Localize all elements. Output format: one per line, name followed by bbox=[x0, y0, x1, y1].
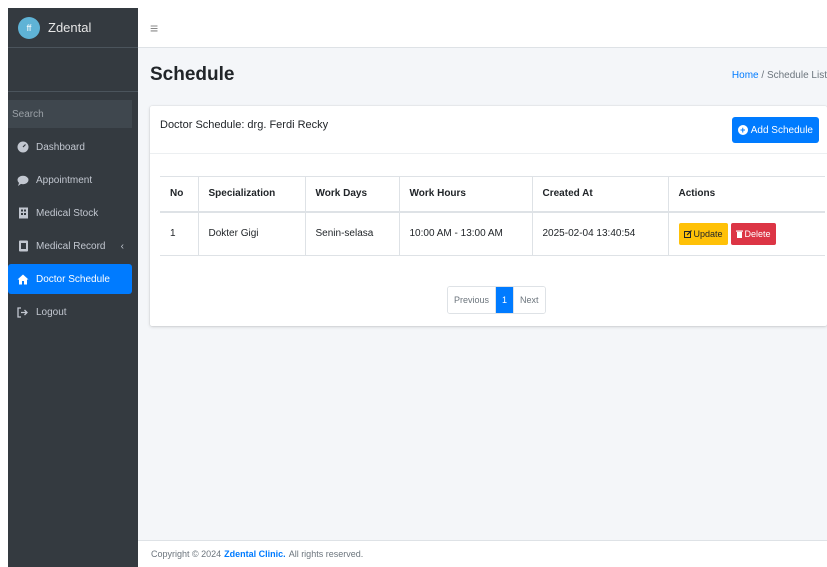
column-header[interactable]: Specialization bbox=[197, 176, 305, 213]
sidebar-item-logout[interactable]: Logout bbox=[8, 297, 132, 327]
breadcrumb-home-link[interactable]: Home bbox=[732, 70, 759, 81]
cell-created-at: 2025-02-04 13:40:54 bbox=[531, 211, 668, 256]
plus-circle-icon: + bbox=[737, 125, 748, 135]
sidebar: ff Zdental Dashboard Appointment Medical… bbox=[8, 8, 154, 567]
delete-button[interactable]: Delete bbox=[730, 222, 776, 245]
sidebar-item-dashboard[interactable]: Dashboard bbox=[8, 132, 132, 162]
trash-icon bbox=[735, 230, 743, 238]
main-content: Schedule Home / Schedule List Doctor Sch… bbox=[138, 48, 827, 540]
search-input[interactable] bbox=[8, 100, 144, 128]
brand-link[interactable]: ff Zdental bbox=[8, 8, 138, 48]
sidebar-item-label: Medical Stock bbox=[36, 207, 99, 219]
footer-copyright: Copyright © 2024 bbox=[151, 549, 222, 559]
footer: Copyright © 2024 Zdental Clinic. All rig… bbox=[138, 540, 827, 567]
sidebar-item-label: Dashboard bbox=[36, 141, 85, 153]
building-icon bbox=[16, 207, 30, 219]
schedule-card: Doctor Schedule: drg. Ferdi Recky + Add … bbox=[150, 106, 827, 326]
menu-toggle-icon[interactable]: ≡ bbox=[150, 20, 158, 36]
pagination-next[interactable]: Next bbox=[514, 287, 545, 313]
home-icon bbox=[16, 273, 30, 285]
comment-icon bbox=[16, 174, 30, 186]
update-button[interactable]: Update bbox=[678, 222, 728, 245]
breadcrumb-current: Schedule List bbox=[766, 70, 827, 81]
cell-work-days: Senin-selasa bbox=[304, 211, 399, 256]
brand-name: Zdental bbox=[48, 20, 92, 35]
page-title: Schedule bbox=[150, 64, 235, 85]
sidebar-item-label: Appointment bbox=[36, 174, 93, 186]
table-row: 1 Dokter Gigi Senin-selasa 10:00 AM - 13… bbox=[160, 211, 825, 256]
cell-actions: Update Delete bbox=[667, 211, 825, 256]
delete-label: Delete bbox=[744, 228, 771, 239]
sidebar-item-appointment[interactable]: Appointment bbox=[8, 165, 132, 195]
edit-icon bbox=[683, 229, 692, 238]
pagination-previous[interactable]: Previous bbox=[448, 287, 497, 313]
footer-rights: All rights reserved. bbox=[288, 549, 364, 559]
sidebar-item-medical-record[interactable]: Medical Record ‹ bbox=[8, 231, 132, 261]
cell-work-hours: 10:00 AM - 13:00 AM bbox=[398, 211, 532, 256]
breadcrumb: Home / Schedule List bbox=[732, 70, 827, 81]
table-header-row: No Specialization Work Days Work Hours C… bbox=[160, 176, 825, 213]
sidebar-item-medical-stock[interactable]: Medical Stock bbox=[8, 198, 132, 228]
column-header[interactable]: Created At bbox=[531, 176, 668, 213]
add-schedule-label: Add Schedule bbox=[750, 124, 813, 136]
update-label: Update bbox=[693, 228, 723, 239]
logout-icon bbox=[16, 306, 30, 318]
sidebar-search bbox=[8, 100, 154, 128]
column-header[interactable]: Work Hours bbox=[398, 176, 532, 213]
schedule-table: No Specialization Work Days Work Hours C… bbox=[160, 176, 825, 256]
file-icon bbox=[16, 240, 30, 252]
user-panel bbox=[8, 48, 138, 92]
column-header[interactable]: No bbox=[160, 176, 198, 213]
sidebar-item-doctor-schedule[interactable]: Doctor Schedule bbox=[8, 264, 132, 294]
brand-logo: ff bbox=[18, 16, 40, 39]
column-header[interactable]: Actions bbox=[667, 176, 825, 213]
footer-org-link[interactable]: Zdental Clinic. bbox=[224, 549, 286, 559]
top-navbar: ≡ bbox=[138, 8, 827, 48]
chevron-left-icon: ‹ bbox=[120, 240, 124, 252]
dashboard-icon bbox=[16, 141, 30, 153]
cell-no: 1 bbox=[160, 211, 198, 256]
pagination: Previous 1 Next bbox=[447, 286, 546, 314]
sidebar-nav: Dashboard Appointment Medical Stock Medi… bbox=[8, 132, 138, 327]
add-schedule-button[interactable]: + Add Schedule bbox=[731, 117, 819, 143]
cell-specialization: Dokter Gigi bbox=[197, 211, 305, 256]
column-header[interactable]: Work Days bbox=[304, 176, 399, 213]
card-header: Doctor Schedule: drg. Ferdi Recky + Add … bbox=[150, 106, 827, 154]
sidebar-item-label: Doctor Schedule bbox=[36, 273, 110, 285]
pagination-page-1[interactable]: 1 bbox=[496, 287, 515, 313]
card-title: Doctor Schedule: drg. Ferdi Recky bbox=[160, 119, 329, 131]
sidebar-item-label: Medical Record bbox=[36, 240, 106, 252]
sidebar-item-label: Logout bbox=[36, 306, 67, 318]
